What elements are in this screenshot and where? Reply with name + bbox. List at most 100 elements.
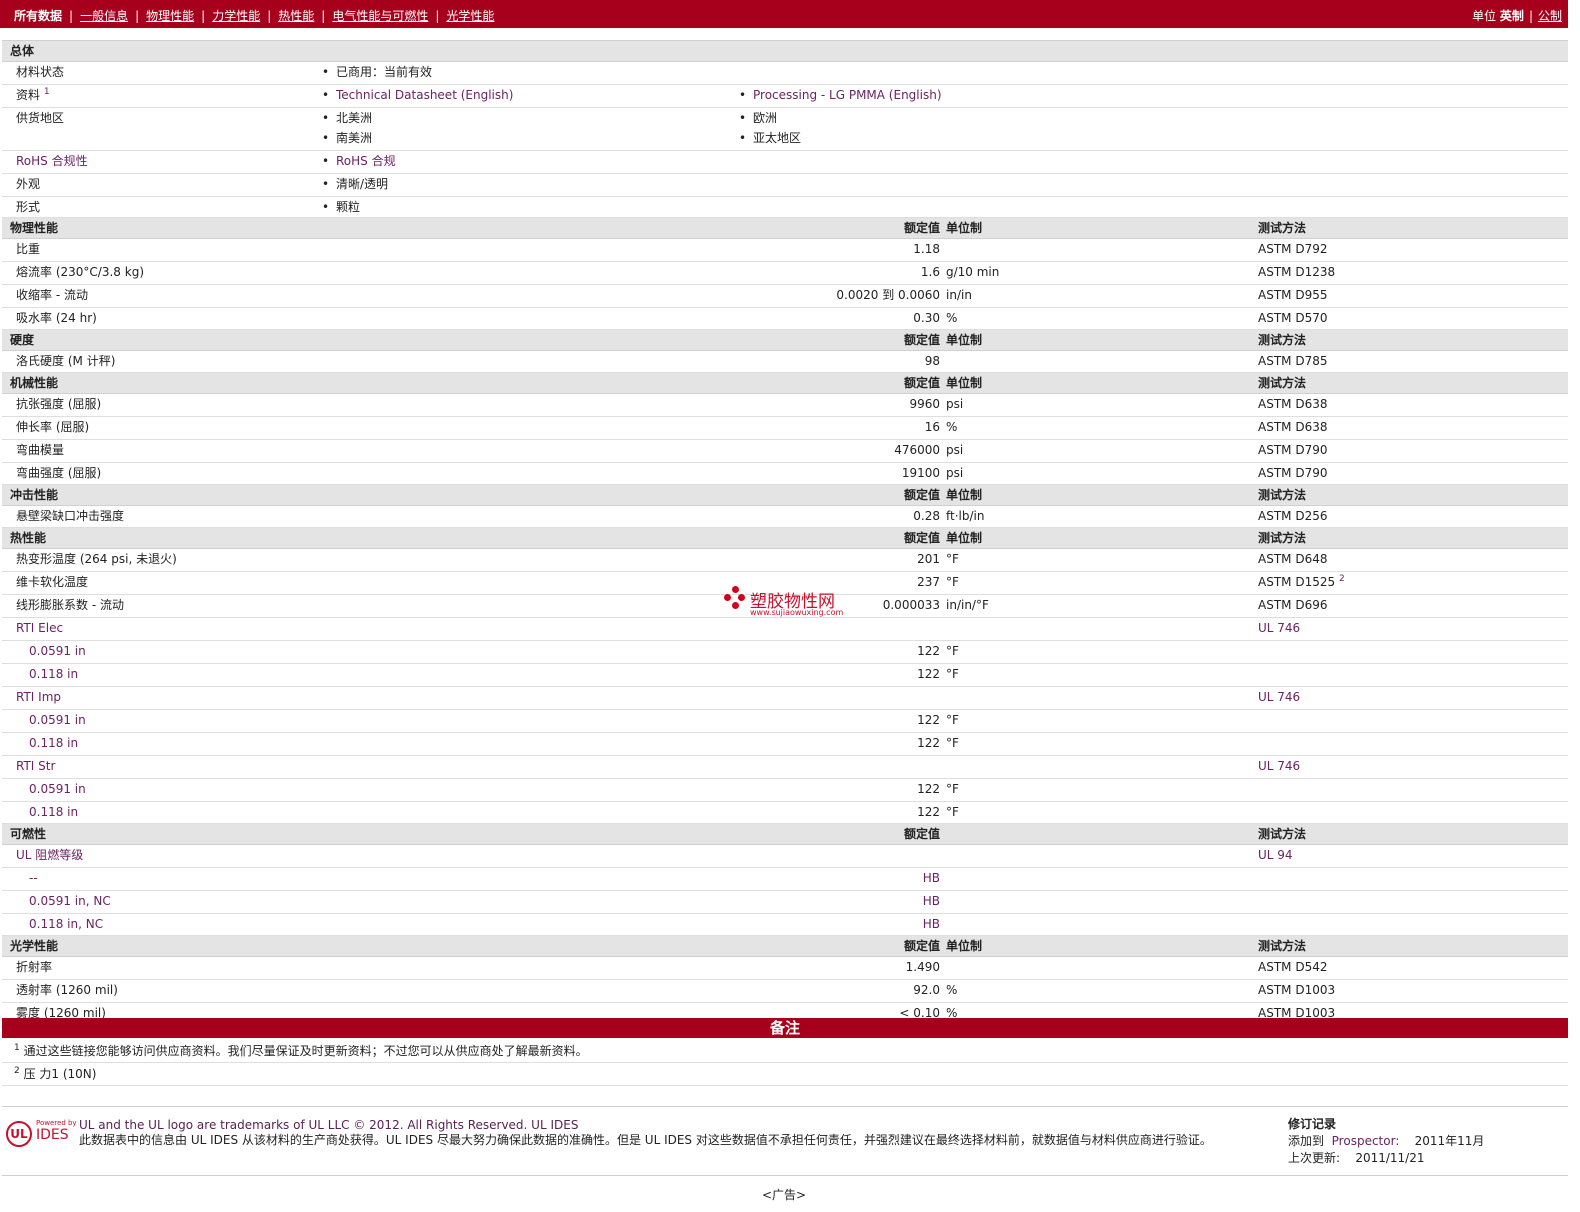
row-method: ASTM D1525 2 (1258, 574, 1345, 590)
table-row: 熔流率 (230°C/3.8 kg) 1.6 g/10 min ASTM D12… (2, 262, 1568, 285)
row-method[interactable]: UL 746 (1258, 756, 1300, 776)
revision-added: 添加到 Prospector: 2011年11月 (1288, 1134, 1485, 1148)
col-method: 测试方法 (1258, 939, 1307, 953)
row-unit: °F (946, 644, 959, 658)
rti-str-link[interactable]: RTI Str (16, 756, 55, 776)
row-label: 吸水率 (24 hr) (16, 311, 97, 325)
row-value: 0.28 (913, 509, 940, 523)
row-value: • 颗粒 (322, 200, 361, 214)
row-value: • 北美洲 (322, 111, 373, 125)
table-row: 洛氏硬度 (M 计秤) 98 ASTM D785 (2, 351, 1568, 373)
nav-general[interactable]: 一般信息 (80, 9, 128, 23)
row-sublabel: 0.118 in (29, 667, 79, 681)
nav-mechanical[interactable]: 力学性能 (212, 9, 260, 23)
row-method: ASTM D792 (1258, 242, 1328, 256)
table-row: 透射率 (1260 mil) 92.0 % ASTM D1003 (2, 980, 1568, 1003)
unit-metric[interactable]: 公制 (1538, 9, 1562, 23)
row-method[interactable]: UL 746 (1258, 687, 1300, 707)
row-value: 9960 (909, 397, 940, 411)
row-unit: % (946, 420, 958, 434)
ul-logo-icon[interactable]: UL (6, 1121, 32, 1147)
row-sublabel: 0.0591 in (29, 713, 86, 727)
nav-electrical[interactable]: 电气性能与可燃性 (332, 9, 428, 23)
table-row: 比重 1.18 ASTM D792 (2, 239, 1568, 262)
nav-thermal[interactable]: 热性能 (278, 9, 314, 23)
row-value: 1.18 (913, 242, 940, 256)
section-header-flammability: 可燃性 额定值 测试方法 (2, 824, 1568, 845)
row-label: 收缩率 - 流动 (16, 288, 88, 302)
row-value: • 亚太地区 (739, 131, 802, 145)
row-value: • 清晰/透明 (322, 177, 389, 191)
section-title: 冲击性能 (10, 488, 59, 502)
footer: UL Powered by IDES UL and the UL logo ar… (2, 1106, 1568, 1176)
row-sublabel: 0.0591 in (29, 644, 86, 658)
section-header-physical: 物理性能 额定值 单位制 测试方法 (2, 218, 1568, 239)
row-value: • 欧洲 (739, 111, 778, 125)
row-value: 476000 (894, 443, 940, 457)
row-method: ASTM D955 (1258, 288, 1328, 302)
rti-imp-link[interactable]: RTI Imp (16, 687, 61, 707)
row-label: 供货地区 (16, 111, 65, 125)
row-method: ASTM D648 (1258, 552, 1328, 566)
col-unit: 单位制 (946, 376, 983, 390)
table-row: 形式 • 颗粒 (2, 197, 1568, 218)
table-row: RTI Imp UL 746 (2, 687, 1568, 710)
row-value: 122 (917, 644, 940, 658)
row-value: 201 (917, 552, 940, 566)
col-unit: 单位制 (946, 531, 983, 545)
row-value: HB (922, 917, 940, 931)
col-nominal: 额定值 (903, 827, 940, 841)
col-unit: 单位制 (946, 488, 983, 502)
row-value: • 南美洲 (322, 131, 373, 145)
section-header-thermal: 热性能 额定值 单位制 测试方法 (2, 528, 1568, 549)
col-unit: 单位制 (946, 333, 983, 347)
nav-physical[interactable]: 物理性能 (146, 9, 194, 23)
row-label: 形式 (16, 200, 41, 214)
row-unit: °F (946, 552, 959, 566)
top-nav-bar: 所有数据 | 一般信息 | 物理性能 | 力学性能 | 热性能 | 电气性能与可燃性 | 光学性能 单位… (0, 0, 1568, 28)
row-sublabel: 0.118 in, NC (29, 917, 104, 931)
row-unit: % (946, 983, 958, 997)
row-method: ASTM D790 (1258, 443, 1328, 457)
row-unit: °F (946, 667, 959, 681)
table-row: RTI Elec UL 746 (2, 618, 1568, 641)
note-2: 2 压 力1 (10N) (2, 1063, 1568, 1086)
ides-logo-text[interactable]: IDES (36, 1127, 69, 1143)
table-row: 材料状态 • 已商用：当前有效 (2, 62, 1568, 85)
row-unit: psi (946, 397, 964, 411)
section-title: 硬度 (10, 333, 35, 347)
table-row: 弯曲模量 476000 psi ASTM D790 (2, 440, 1568, 463)
doc-link-processing[interactable]: • Processing - LG PMMA (English) (739, 85, 942, 105)
col-nominal: 额定值 (903, 939, 940, 953)
col-method: 测试方法 (1258, 333, 1307, 347)
row-value: 19100 (901, 466, 940, 480)
unit-imperial[interactable]: 英制 (1500, 9, 1524, 23)
table-row: 伸长率 (屈服) 16 % ASTM D638 (2, 417, 1568, 440)
row-unit: in/in/°F (946, 598, 989, 612)
rti-elec-link[interactable]: RTI Elec (16, 618, 63, 638)
row-method: ASTM D785 (1258, 354, 1328, 368)
row-label: 线形膨胀系数 - 流动 (16, 598, 124, 612)
row-method: ASTM D1003 (1258, 983, 1336, 997)
row-label: 折射率 (16, 960, 53, 974)
row-method[interactable]: UL 746 (1258, 618, 1300, 638)
col-method: 测试方法 (1258, 376, 1307, 390)
row-value: 122 (917, 736, 940, 750)
rohs-link[interactable]: RoHS 合规性 (16, 151, 88, 171)
row-value: 98 (924, 354, 940, 368)
row-value: 1.6 (920, 265, 940, 279)
row-value: 122 (917, 782, 940, 796)
row-unit: °F (946, 805, 959, 819)
row-method[interactable]: UL 94 (1258, 845, 1293, 865)
ad-placeholder[interactable]: <广告> (0, 1186, 1568, 1203)
col-nominal: 额定值 (903, 221, 940, 235)
row-unit: g/10 min (946, 265, 1000, 279)
unit-switcher: 单位 英制 | 公制 (1472, 9, 1562, 23)
row-unit: psi (946, 466, 964, 480)
table-row: 0.118 in 122 °F (2, 664, 1568, 687)
table-row: 热变形温度 (264 psi, 未退火) 201 °F ASTM D648 (2, 549, 1568, 572)
nav-all-data[interactable]: 所有数据 (14, 9, 62, 23)
nav-optical[interactable]: 光学性能 (446, 9, 494, 23)
doc-link-technical-datasheet[interactable]: • Technical Datasheet (English) (322, 85, 513, 105)
ul-flame-rating-link[interactable]: UL 阻燃等级 (16, 845, 83, 865)
